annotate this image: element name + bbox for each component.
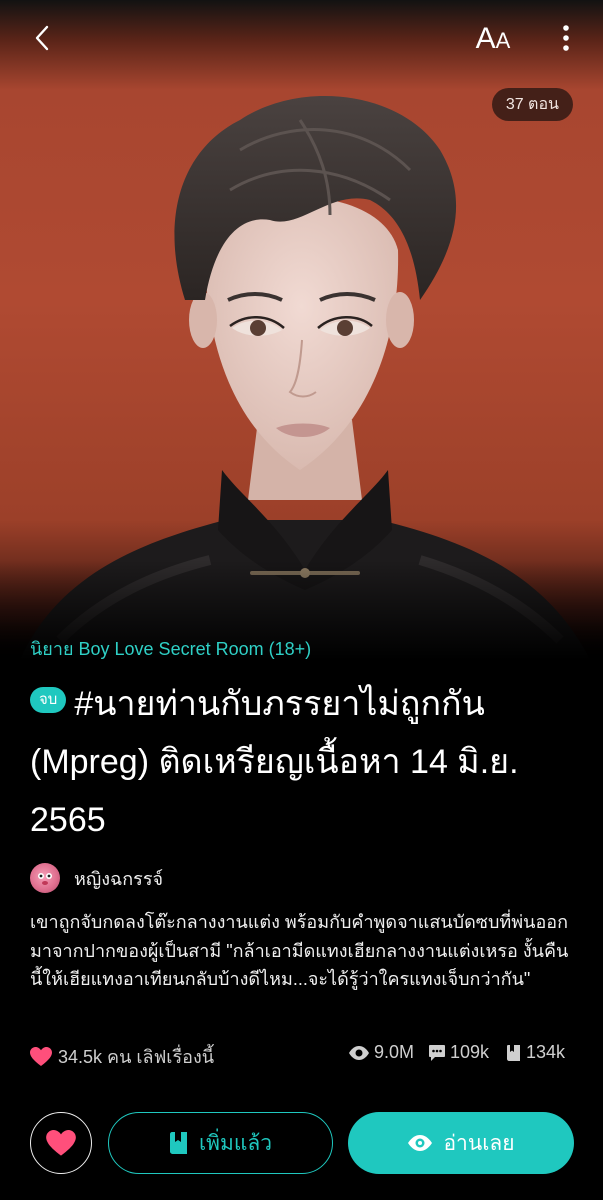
added-label: เพิ่มแล้ว (198, 1131, 273, 1155)
status-badge: จบ (30, 687, 67, 714)
stats-row: 34.5k คน เลิฟเรื่องนี้ 9.0M 109k 134k (30, 1042, 575, 1068)
genre-label[interactable]: นิยาย Boy Love Secret Room (18+) (30, 634, 311, 663)
author-name: หญิงฉกรรจ์ (74, 868, 164, 889)
avatar (30, 863, 60, 893)
episode-count-badge: 37 ตอน (491, 88, 573, 121)
likes-stat: 34.5k คน เลิฟเรื่องนี้ (30, 1042, 214, 1071)
avatar-face-icon (38, 873, 52, 885)
bookmarks-count: 134k (526, 1042, 566, 1062)
read-now-button[interactable]: อ่านเลย (348, 1112, 574, 1174)
read-label: อ่านเลย (443, 1131, 515, 1155)
bookmarks-stat: 134k (506, 1042, 565, 1063)
font-size-icon-large: A (475, 22, 496, 55)
top-bar: A A (0, 0, 603, 78)
font-size-icon-small: A (495, 28, 511, 53)
author-row[interactable]: หญิงฉกรรจ์ (30, 862, 163, 894)
synopsis: เขาถูกจับกดลงโต๊ะกลางงานแต่ง พร้อมกับคำพ… (30, 912, 569, 989)
eye-icon (408, 1135, 433, 1151)
bookmark-book-icon (169, 1132, 187, 1154)
comments-count: 109k (450, 1042, 490, 1062)
favorite-button[interactable] (30, 1112, 92, 1174)
more-options-button[interactable] (552, 20, 580, 56)
likes-text: 34.5k คน เลิฟเรื่องนี้ (58, 1047, 215, 1067)
chevron-left-icon (35, 25, 49, 51)
views-stat: 9.0M (348, 1042, 414, 1063)
bottom-action-bar: เพิ่มแล้ว อ่านเลย (0, 1100, 603, 1200)
eye-icon (349, 1045, 369, 1060)
font-size-button[interactable]: A A (470, 20, 516, 56)
vertical-dots-icon (563, 25, 569, 51)
heart-icon (30, 1046, 52, 1066)
back-button[interactable] (24, 20, 60, 56)
comment-icon (429, 1044, 445, 1061)
book-icon (507, 1044, 520, 1061)
added-to-library-button[interactable]: เพิ่มแล้ว (108, 1112, 333, 1174)
novel-title-text: #นายท่านกับภรรยาไม่ถูกกัน (Mpreg) ติดเหร… (30, 685, 519, 839)
views-count: 9.0M (374, 1042, 415, 1062)
comments-stat: 109k (428, 1042, 489, 1063)
novel-title: จบ #นายท่านกับภรรยาไม่ถูกกัน (Mpreg) ติดเ… (30, 675, 580, 849)
heart-icon (46, 1129, 76, 1156)
